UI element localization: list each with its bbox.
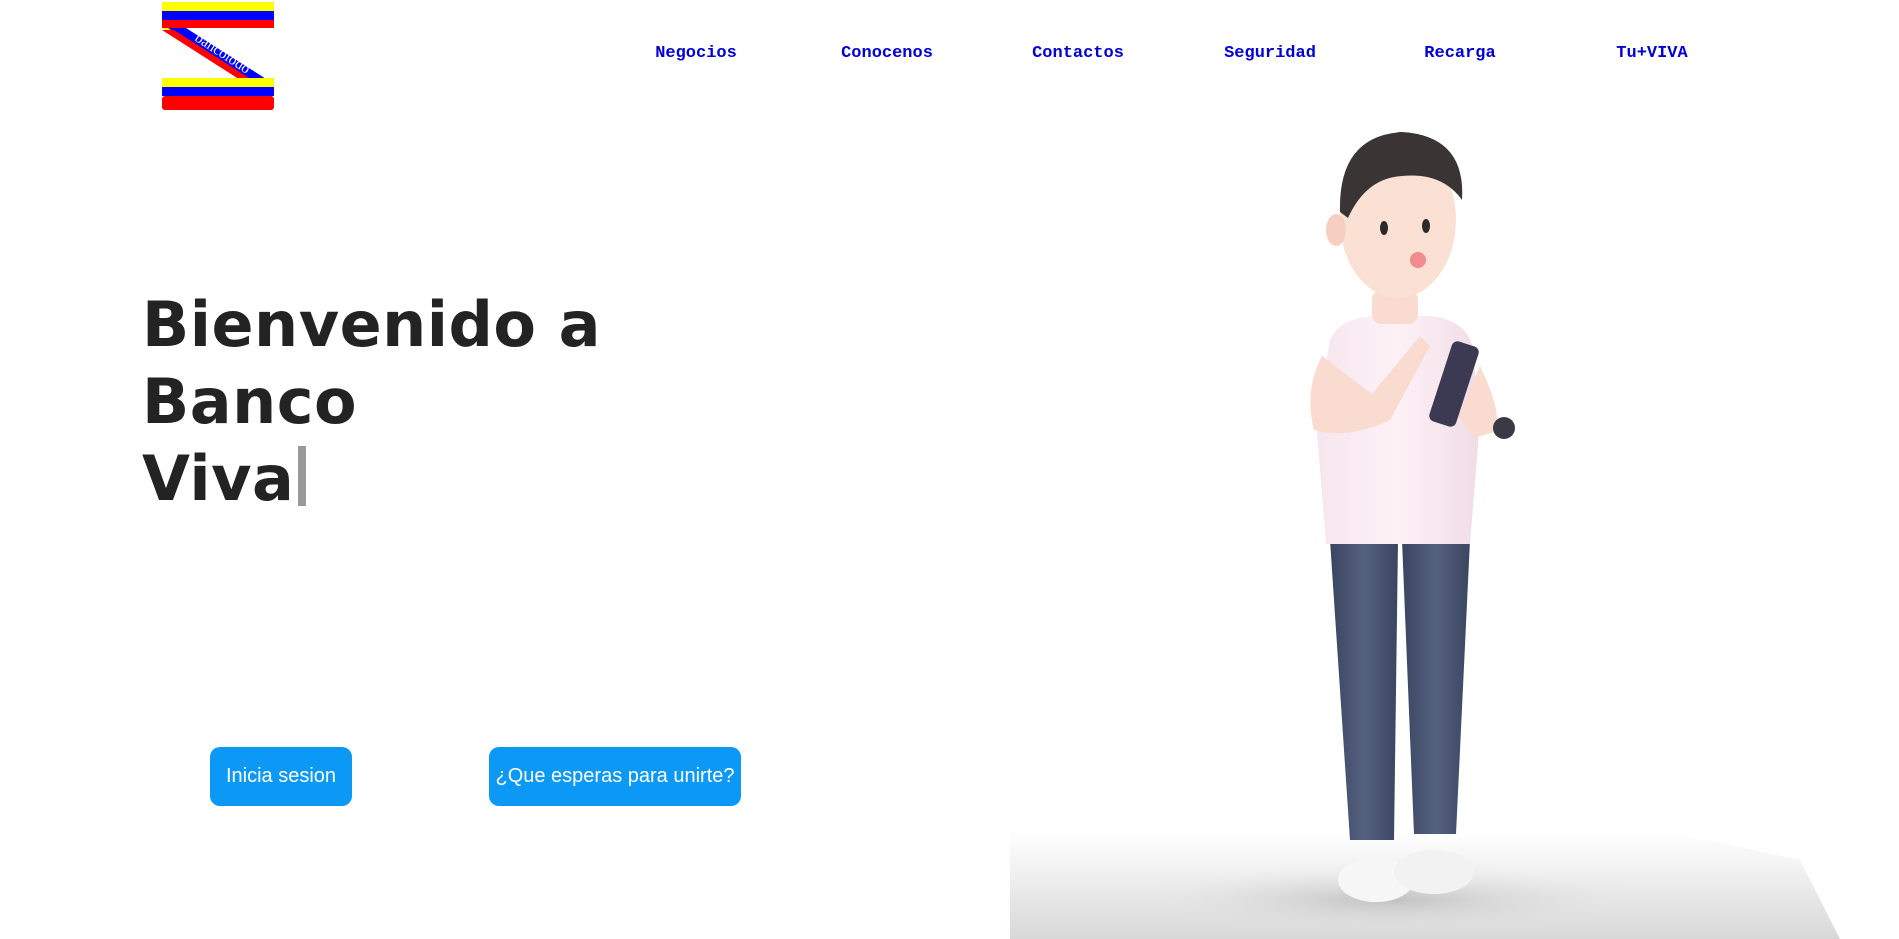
- main-nav: Negocios Conocenos Contactos Seguridad R…: [0, 44, 1899, 68]
- hero-title: Bienvenido a Banco Viva: [142, 286, 782, 517]
- nav-link-negocios[interactable]: Negocios: [655, 44, 737, 63]
- nav-link-conocenos[interactable]: Conocenos: [841, 44, 933, 63]
- join-button[interactable]: ¿Que esperas para unirte?: [489, 747, 741, 806]
- nav-link-seguridad[interactable]: Seguridad: [1224, 44, 1316, 63]
- login-button[interactable]: Inicia sesion: [210, 747, 352, 806]
- hero-illustration: [1010, 132, 1840, 939]
- hero-title-line2: Viva: [142, 442, 295, 515]
- typing-caret: [298, 446, 307, 506]
- nav-link-recarga[interactable]: Recarga: [1424, 44, 1495, 63]
- nav-link-tu-viva[interactable]: Tu+VIVA: [1616, 44, 1687, 63]
- nav-link-contactos[interactable]: Contactos: [1032, 44, 1124, 63]
- hero-title-line1: Bienvenido a Banco: [142, 288, 601, 438]
